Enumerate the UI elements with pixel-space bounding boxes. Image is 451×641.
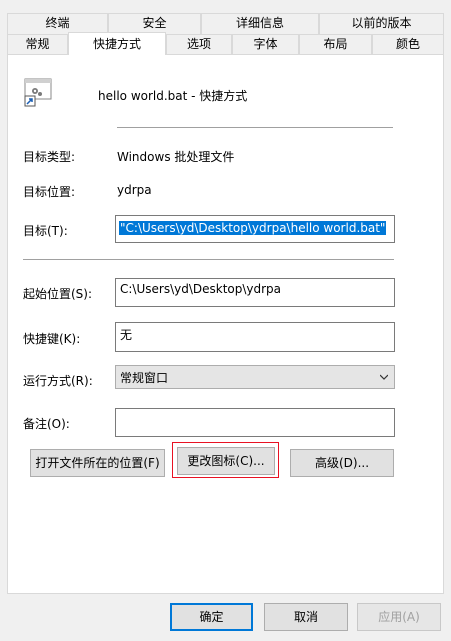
tab-general[interactable]: 常规 [7,34,68,55]
target-location-value: ydrpa [117,183,152,197]
divider-top [117,127,393,128]
ok-button[interactable]: 确定 [170,603,253,631]
comment-label: 备注(O): [23,417,70,431]
shortcut-name: hello world.bat - 快捷方式 [98,89,248,103]
tab-colors[interactable]: 颜色 [372,34,444,55]
cancel-button[interactable]: 取消 [264,603,348,631]
tab-font[interactable]: 字体 [232,34,299,55]
tab-previous-versions[interactable]: 以前的版本 [319,13,444,34]
run-label: 运行方式(R): [23,374,93,388]
target-input-selected-text: "C:\Users\yd\Desktop\ydrpa\hello world.b… [119,221,387,235]
divider-middle [23,259,394,260]
shortcut-key-label: 快捷键(K): [23,332,81,346]
target-input[interactable]: "C:\Users\yd\Desktop\ydrpa\hello world.b… [115,215,395,243]
tab-details[interactable]: 详细信息 [201,13,319,34]
chevron-down-icon [380,374,388,380]
start-in-input[interactable]: C:\Users\yd\Desktop\ydrpa [115,278,395,307]
start-in-label: 起始位置(S): [23,287,93,301]
target-type-label: 目标类型: [23,150,76,164]
target-label: 目标(T): [23,224,68,238]
batch-file-shortcut-icon [24,78,52,107]
target-location-label: 目标位置: [23,185,76,199]
shortcut-key-input[interactable]: 无 [115,322,395,352]
run-select[interactable]: 常规窗口 [115,365,395,389]
comment-input[interactable] [115,408,395,437]
open-file-location-button[interactable]: 打开文件所在的位置(F) [30,449,165,477]
advanced-button[interactable]: 高级(D)... [290,449,394,477]
tab-terminal[interactable]: 终端 [7,13,108,34]
tab-options[interactable]: 选项 [166,34,232,55]
run-select-value: 常规窗口 [120,371,169,385]
tab-shortcut[interactable]: 快捷方式 [68,32,166,55]
target-type-value: Windows 批处理文件 [117,150,235,164]
apply-button[interactable]: 应用(A) [357,603,441,631]
change-icon-button[interactable]: 更改图标(C)... [177,447,275,475]
tab-layout[interactable]: 布局 [299,34,372,55]
tab-security[interactable]: 安全 [108,13,201,34]
